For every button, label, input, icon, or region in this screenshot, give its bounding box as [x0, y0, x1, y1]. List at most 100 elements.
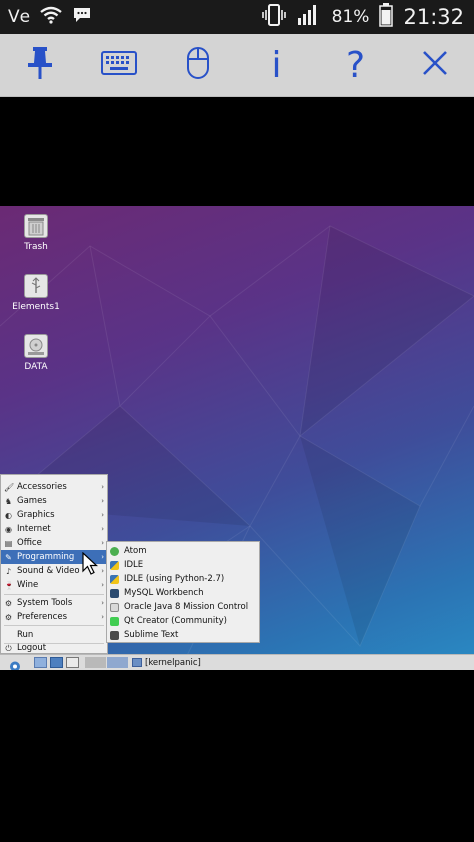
vibrate-icon: [261, 4, 286, 30]
menu-item-system-tools[interactable]: ⚙ System Tools ›: [1, 596, 107, 610]
mouse-icon: [186, 46, 210, 84]
games-icon: ♞: [4, 496, 13, 506]
keyboard-button[interactable]: [95, 41, 143, 89]
trash-icon: [24, 214, 48, 238]
desktop-icon-data[interactable]: DATA: [6, 334, 66, 372]
taskbar-window-button[interactable]: [kernelpanic]: [132, 656, 472, 669]
signal-icon: [296, 4, 322, 30]
menu-item-internet[interactable]: ◉ Internet ›: [1, 522, 107, 536]
mouse-button[interactable]: [174, 41, 222, 89]
desktop-icon-label: DATA: [24, 362, 48, 372]
chevron-right-icon: ›: [101, 539, 104, 547]
menu-item-label: Programming: [17, 552, 75, 562]
chevron-right-icon: ›: [101, 483, 104, 491]
chat-notification-icon: [72, 6, 92, 28]
taskbar-window-title: [kernelpanic]: [145, 657, 201, 668]
menu-item-run[interactable]: Run: [1, 628, 107, 642]
submenu-item-atom[interactable]: Atom: [107, 544, 259, 558]
desktop-icon-elements1[interactable]: Elements1: [6, 274, 66, 312]
programming-submenu: Atom IDLE IDLE (using Python-2.7) MySQL …: [106, 541, 260, 643]
submenu-item-label: IDLE (using Python-2.7): [124, 574, 225, 584]
workspace-2[interactable]: [107, 657, 128, 668]
desktop-icon-label: Trash: [24, 242, 48, 252]
battery-percent: 81%: [331, 7, 370, 27]
submenu-item-label: Oracle Java 8 Mission Control: [124, 602, 249, 612]
keyboard-icon: [100, 51, 137, 79]
workspace-1[interactable]: [85, 657, 106, 668]
show-desktop-button[interactable]: [34, 657, 47, 668]
chevron-right-icon: ›: [101, 599, 104, 607]
info-icon: i: [271, 44, 282, 86]
menu-item-label: Games: [17, 496, 47, 506]
info-button[interactable]: i: [253, 41, 301, 89]
submenu-item-sublime-text[interactable]: Sublime Text: [107, 628, 259, 642]
python-icon: [110, 574, 119, 584]
mouse-pointer-icon: [82, 551, 99, 580]
carrier-label: Vе: [8, 7, 31, 27]
wine-icon: 🍷: [4, 580, 14, 590]
mysql-workbench-icon: [110, 588, 119, 598]
chevron-right-icon: ›: [101, 567, 104, 575]
menu-item-label: Sound & Video: [17, 566, 80, 576]
menu-divider: [4, 625, 104, 626]
remote-desktop[interactable]: Trash Elements1 DATA 🖌 Accessories › ♞ G…: [0, 206, 474, 670]
submenu-item-label: Sublime Text: [124, 630, 179, 640]
chevron-right-icon: ›: [101, 511, 104, 519]
chevron-right-icon: ›: [101, 613, 104, 621]
menu-item-office[interactable]: ▤ Office ›: [1, 536, 107, 550]
chevron-right-icon: ›: [101, 525, 104, 533]
menu-item-wine[interactable]: 🍷 Wine ›: [1, 578, 107, 592]
internet-icon: ◉: [5, 524, 12, 534]
submenu-item-idle-python27[interactable]: IDLE (using Python-2.7): [107, 572, 259, 586]
menu-item-label: Logout: [17, 643, 47, 653]
menu-item-preferences[interactable]: ⚙ Preferences ›: [1, 610, 107, 624]
desktop-icon-label: Elements1: [12, 302, 60, 312]
pin-icon: [25, 46, 55, 84]
close-button[interactable]: [411, 41, 459, 89]
chevron-right-icon: ›: [101, 581, 104, 589]
submenu-item-mysql-workbench[interactable]: MySQL Workbench: [107, 586, 259, 600]
submenu-item-qt-creator[interactable]: Qt Creator (Community): [107, 614, 259, 628]
submenu-item-label: MySQL Workbench: [124, 588, 204, 598]
desktop-icon-trash[interactable]: Trash: [6, 214, 66, 252]
menu-item-label: Preferences: [17, 612, 67, 622]
python-icon: [110, 560, 119, 570]
atom-icon: [110, 546, 119, 556]
menu-item-label: Internet: [17, 524, 51, 534]
close-icon: [421, 49, 449, 81]
help-button[interactable]: ?: [332, 41, 380, 89]
menu-item-label: Run: [17, 630, 34, 640]
start-menu-button[interactable]: [4, 657, 26, 670]
menu-item-games[interactable]: ♞ Games ›: [1, 494, 107, 508]
folder-icon: [132, 658, 142, 667]
battery-icon: [379, 3, 394, 31]
hard-drive-icon: [24, 334, 48, 358]
menu-item-accessories[interactable]: 🖌 Accessories ›: [1, 480, 107, 494]
pin-button[interactable]: [16, 41, 64, 89]
status-bar: Vе 81% 21:32: [0, 0, 474, 34]
submenu-item-idle[interactable]: IDLE: [107, 558, 259, 572]
system-tools-icon: ⚙: [4, 598, 13, 608]
menu-item-graphics[interactable]: ◐ Graphics ›: [1, 508, 107, 522]
help-icon: ?: [345, 44, 366, 86]
office-icon: ▤: [4, 538, 13, 548]
accessories-icon: 🖌: [4, 482, 15, 492]
vnc-toolbar: i ?: [0, 34, 474, 97]
menu-item-label: Graphics: [17, 510, 55, 520]
file-manager-launcher[interactable]: [50, 657, 63, 668]
run-icon: [4, 631, 13, 640]
terminal-launcher[interactable]: [66, 657, 79, 668]
taskbar: [kernelpanic]: [0, 654, 474, 670]
submenu-item-java-mission-control[interactable]: Oracle Java 8 Mission Control: [107, 600, 259, 614]
menu-item-logout[interactable]: ⏻ Logout: [1, 641, 107, 655]
menu-divider: [4, 594, 104, 595]
submenu-item-label: Qt Creator (Community): [124, 616, 227, 626]
chevron-right-icon: ›: [101, 553, 104, 561]
menu-item-label: Office: [17, 538, 42, 548]
wifi-icon: [40, 6, 62, 28]
preferences-icon: ⚙: [4, 612, 13, 622]
submenu-item-label: Atom: [124, 546, 147, 556]
programming-icon: ✎: [5, 552, 12, 562]
chevron-right-icon: ›: [101, 497, 104, 505]
menu-item-label: System Tools: [17, 598, 73, 608]
